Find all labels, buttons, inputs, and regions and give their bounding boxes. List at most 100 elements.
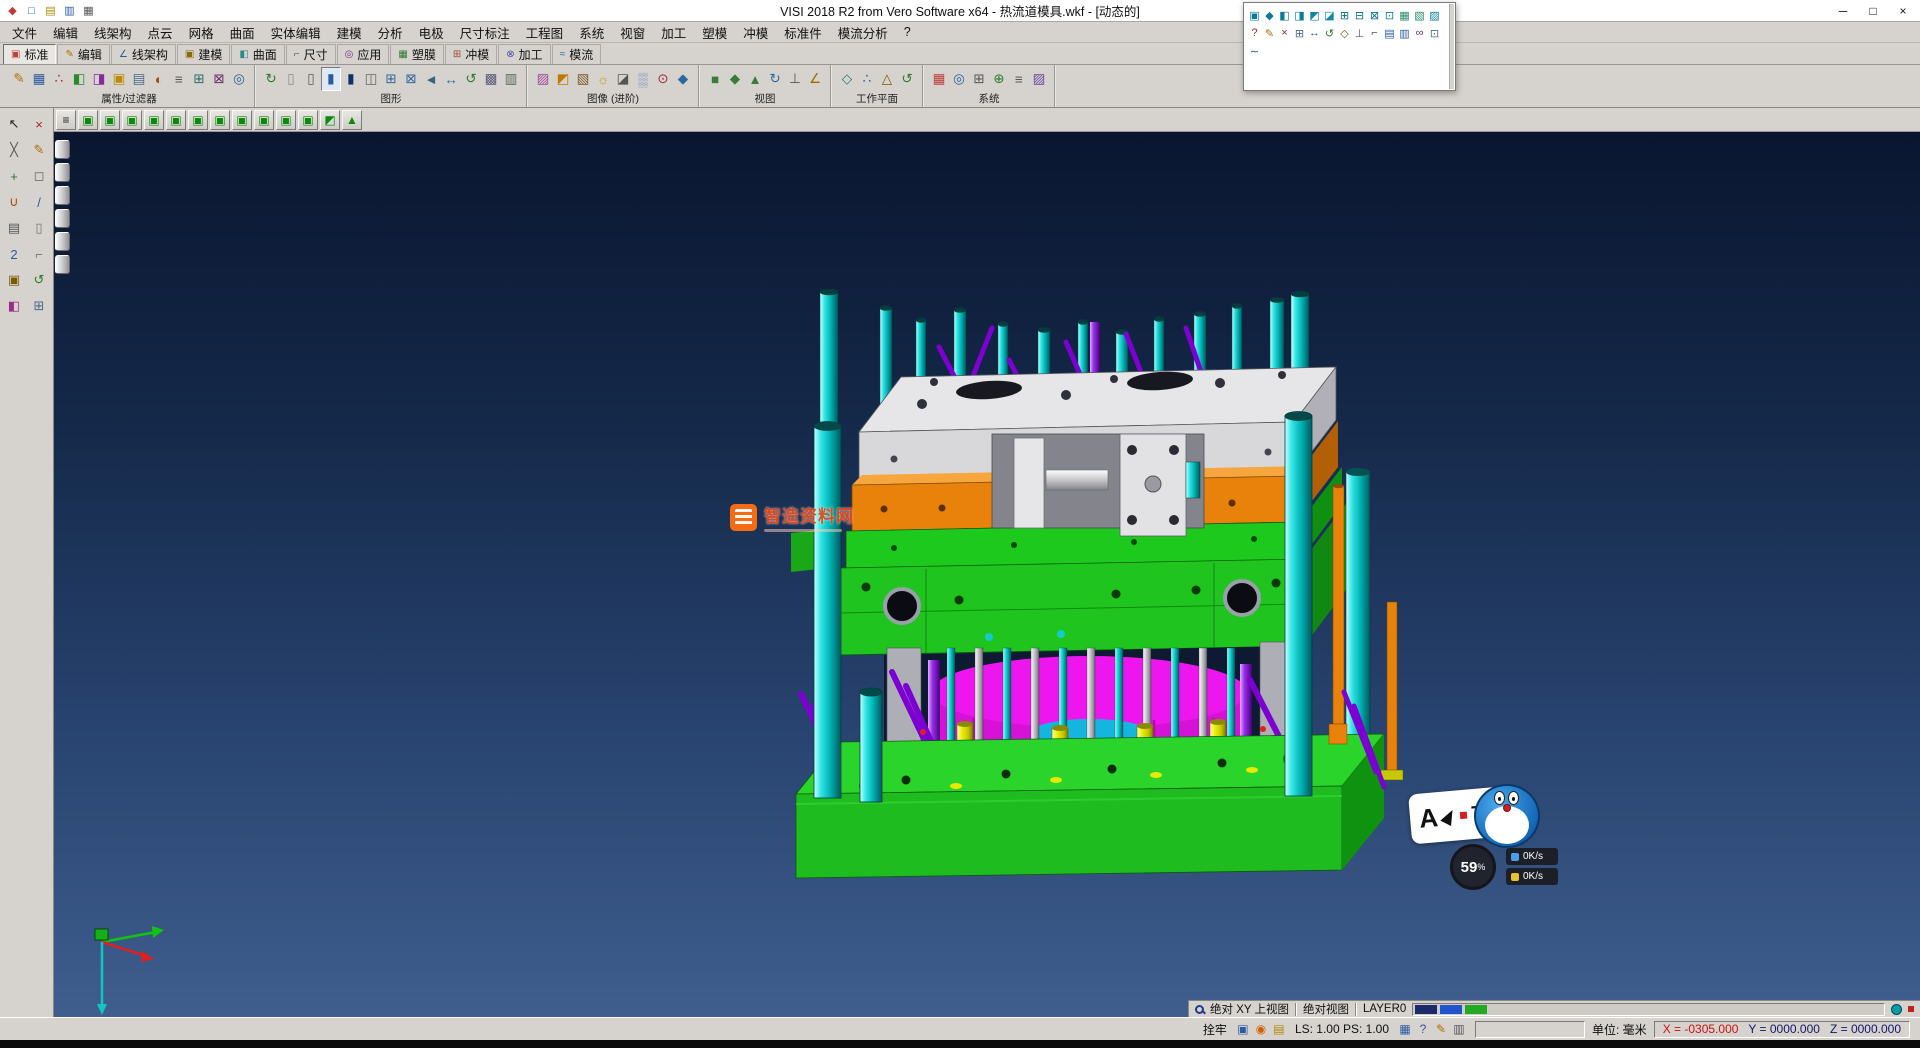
doraemon-pet[interactable] bbox=[1474, 784, 1540, 848]
view-cube-bottom-icon[interactable]: ▣ bbox=[122, 110, 142, 130]
filter-points-icon[interactable]: ∴ bbox=[49, 67, 69, 91]
materials-icon[interactable]: ◩ bbox=[553, 67, 573, 91]
advanced-view-icon[interactable]: ◆ bbox=[673, 67, 693, 91]
menu-item[interactable]: 尺寸标注 bbox=[452, 21, 518, 44]
undo-icon[interactable]: ↺ bbox=[27, 269, 51, 291]
rendered-cylinder-icon[interactable]: ▮ bbox=[341, 67, 361, 91]
curve-tool-icon[interactable]: ∼ bbox=[1247, 43, 1262, 59]
redraw-icon[interactable]: ↻ bbox=[261, 67, 281, 91]
menu-item[interactable]: 电极 bbox=[411, 21, 452, 44]
link-bodies-icon[interactable]: ∞ bbox=[1412, 25, 1427, 41]
render-icon[interactable]: ▨ bbox=[533, 67, 553, 91]
view-cube-right-icon[interactable]: ▣ bbox=[210, 110, 230, 130]
help-toggle-icon[interactable]: ? bbox=[1414, 1020, 1432, 1038]
align-body-icon[interactable]: ⊥ bbox=[1352, 25, 1367, 41]
desktop-pet-overlay[interactable]: A T 59% bbox=[1410, 784, 1562, 916]
shaded-cylinder-icon[interactable]: ▮ bbox=[321, 67, 341, 91]
command-field[interactable] bbox=[1475, 1021, 1585, 1038]
rotate-view-icon[interactable]: ↺ bbox=[461, 67, 481, 91]
dock-cylinder-button-3[interactable] bbox=[55, 186, 70, 205]
menu-item[interactable]: 系统 bbox=[571, 21, 612, 44]
rotate-face-icon[interactable]: ↺ bbox=[1322, 25, 1337, 41]
view-dynamic-icon[interactable]: ◩ bbox=[320, 110, 340, 130]
solid-extrude-icon[interactable]: ◩ bbox=[1307, 7, 1322, 23]
view-cube-left-icon[interactable]: ▣ bbox=[188, 110, 208, 130]
layer-color-blue[interactable] bbox=[1440, 1005, 1462, 1014]
import-solid-icon[interactable]: ▥ bbox=[1397, 25, 1412, 41]
建模[interactable]: ▣ 建模 bbox=[177, 44, 230, 64]
view-rotate-icon[interactable]: ↻ bbox=[765, 67, 785, 91]
group-filter-icon[interactable]: ⊞ bbox=[189, 67, 209, 91]
ruler-icon[interactable]: ⌐ bbox=[27, 243, 51, 265]
view-cube-top-icon[interactable]: ▣ bbox=[100, 110, 120, 130]
solid-cylinder-icon[interactable]: ◧ bbox=[1277, 7, 1292, 23]
view-cube-back-icon[interactable]: ▣ bbox=[166, 110, 186, 130]
menu-item[interactable]: 点云 bbox=[140, 21, 181, 44]
冲模[interactable]: ⊞ 冲模 bbox=[445, 44, 497, 64]
solid-subtract-icon[interactable]: ⊟ bbox=[1352, 7, 1367, 23]
solid-fillet-icon[interactable]: ▦ bbox=[1397, 7, 1412, 23]
render-settings-icon[interactable]: ▨ bbox=[1029, 67, 1049, 91]
workplane-align-icon[interactable]: △ bbox=[877, 67, 897, 91]
pan-icon[interactable]: ↔ bbox=[441, 67, 461, 91]
编辑[interactable]: ✎ 编辑 bbox=[57, 44, 109, 64]
measure-icon[interactable]: ⌐ bbox=[1367, 25, 1382, 41]
view-normal-icon[interactable]: ⊥ bbox=[785, 67, 805, 91]
filter-surfaces-icon[interactable]: ◨ bbox=[89, 67, 109, 91]
options-icon[interactable]: ≡ bbox=[1009, 67, 1029, 91]
folder-icon[interactable]: ▤ bbox=[1270, 1020, 1288, 1038]
view-reference-label[interactable]: 绝对视图 bbox=[1303, 1001, 1349, 1017]
dock-cylinder-button-4[interactable] bbox=[55, 209, 70, 228]
panel-scrollbar[interactable] bbox=[1449, 4, 1454, 89]
workplane-3point-icon[interactable]: ∴ bbox=[857, 67, 877, 91]
clipboard-icon[interactable]: ⊞ bbox=[27, 295, 51, 317]
menu-item[interactable]: 网格 bbox=[181, 21, 222, 44]
solid-box-icon[interactable]: ▣ bbox=[1247, 7, 1262, 23]
download-speed[interactable]: 0K/s bbox=[1506, 868, 1558, 885]
paste-feature-icon[interactable]: ⊡ bbox=[1427, 25, 1442, 41]
delete-icon[interactable]: × bbox=[27, 113, 51, 135]
background-icon[interactable]: ▒ bbox=[633, 67, 653, 91]
wireframe-cylinder-icon[interactable]: ▯ bbox=[281, 67, 301, 91]
layer-color-navy[interactable] bbox=[1415, 1005, 1437, 1014]
hidden-line-cylinder-icon[interactable]: ▯ bbox=[301, 67, 321, 91]
viewport-canvas[interactable]: 智造资料网 A T 59% bbox=[54, 132, 1920, 1017]
solid-cone-icon[interactable]: ◨ bbox=[1292, 7, 1307, 23]
mold-3d-model[interactable] bbox=[54, 132, 1920, 1017]
close-button[interactable]: × bbox=[1888, 1, 1918, 21]
view-cube-iso-nw-icon[interactable]: ▣ bbox=[254, 110, 274, 130]
zoom-window-icon[interactable]: ⊞ bbox=[381, 67, 401, 91]
menu-item[interactable]: 曲面 bbox=[222, 21, 263, 44]
menu-item[interactable]: 建模 bbox=[329, 21, 370, 44]
shadows-icon[interactable]: ◪ bbox=[613, 67, 633, 91]
view-front-icon[interactable]: ■ bbox=[705, 67, 725, 91]
solid-sphere-icon[interactable]: ◆ bbox=[1262, 7, 1277, 23]
filter-all-icon[interactable]: ▦ bbox=[29, 67, 49, 91]
solid-pattern-icon[interactable]: ▨ bbox=[1427, 7, 1442, 23]
view-cube-iso-ne-icon[interactable]: ▣ bbox=[232, 110, 252, 130]
view-mode-label[interactable]: 绝对 XY 上视图 bbox=[1210, 1001, 1289, 1017]
trim-icon[interactable]: ╳ bbox=[2, 139, 26, 161]
system-globe-icon[interactable]: ◎ bbox=[949, 67, 969, 91]
solid-chamfer-icon[interactable]: ▧ bbox=[1412, 7, 1427, 23]
active-layer-label[interactable]: LAYER0 bbox=[1363, 1003, 1406, 1015]
view-cube-front-icon[interactable]: ▣ bbox=[144, 110, 164, 130]
annotate-icon[interactable]: ✎ bbox=[1432, 1020, 1450, 1038]
menu-item[interactable]: 加工 bbox=[653, 21, 694, 44]
shading-mode-icon[interactable]: ◫ bbox=[361, 67, 381, 91]
曲面[interactable]: ◧ 曲面 bbox=[231, 44, 284, 64]
sketch-icon[interactable]: ✎ bbox=[27, 139, 51, 161]
grid-toggle-icon[interactable]: ▦ bbox=[1396, 1020, 1414, 1038]
menu-item[interactable]: 塑模 bbox=[694, 21, 735, 44]
display-icon[interactable]: ▣ bbox=[1234, 1020, 1252, 1038]
menu-item[interactable]: 分析 bbox=[370, 21, 411, 44]
maximize-button[interactable]: □ bbox=[1858, 1, 1888, 21]
axes-icon[interactable]: + bbox=[2, 165, 26, 187]
draw-area-indicator-icon[interactable] bbox=[1891, 1004, 1902, 1015]
linetype-icon[interactable]: ≡ bbox=[169, 67, 189, 91]
workplane-xy-icon[interactable]: ◇ bbox=[837, 67, 857, 91]
copy-feature-icon[interactable]: ⊞ bbox=[1292, 25, 1307, 41]
dock-cylinder-button-5[interactable] bbox=[55, 232, 70, 251]
dock-cylinder-button-6[interactable] bbox=[55, 255, 70, 274]
模流[interactable]: ≈ 模流 bbox=[552, 44, 602, 64]
